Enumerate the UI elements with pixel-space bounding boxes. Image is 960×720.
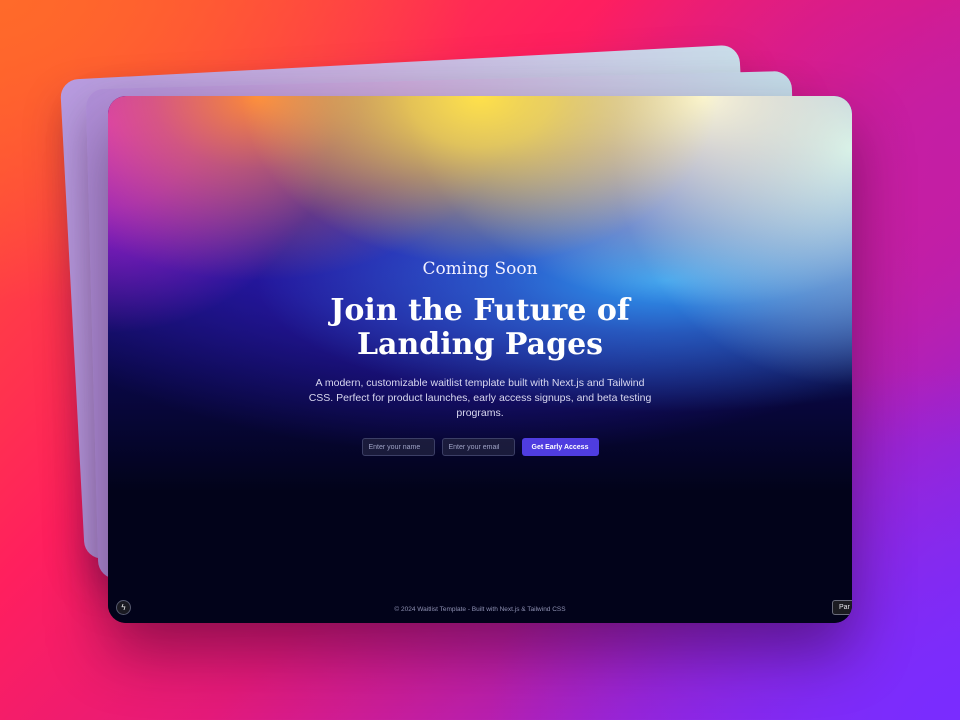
email-input[interactable]	[441, 438, 515, 456]
side-tab-button[interactable]: Par	[832, 600, 852, 615]
footer-text: © 2024 Waitlist Template - Built with Ne…	[394, 606, 566, 613]
get-early-access-button[interactable]: Get Early Access	[521, 438, 599, 456]
lightning-glyph: ϟ	[121, 602, 126, 612]
coming-soon-label: Coming Soon	[422, 259, 538, 279]
page-title: Join the Future of Landing Pages	[330, 293, 630, 362]
waitlist-form: Get Early Access	[108, 438, 852, 456]
hero-description: A modern, customizable waitlist template…	[308, 377, 652, 419]
landing-page-preview: Coming Soon Join the Future of Landing P…	[108, 96, 852, 623]
backdrop: Coming Soon Join the Future of Landing P…	[0, 0, 960, 720]
name-input[interactable]	[361, 438, 435, 456]
lightning-icon[interactable]: ϟ	[116, 600, 131, 615]
